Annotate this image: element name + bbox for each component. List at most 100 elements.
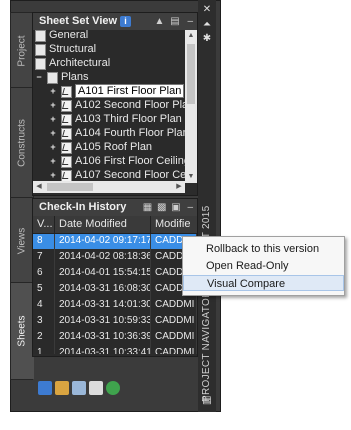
- sheet-tree-vscrollbar[interactable]: ▲ ▼: [185, 30, 197, 183]
- history-cell-date: 2014-03-31 10:33:41: [55, 345, 151, 354]
- refresh-icon[interactable]: ▩: [157, 202, 166, 213]
- history-cell-version: 5: [33, 281, 55, 297]
- context-menu: Rollback to this version Open Read-Only …: [182, 236, 345, 296]
- expand-icon[interactable]: +: [49, 143, 57, 152]
- settings-icon[interactable]: ▣: [171, 202, 180, 213]
- sheet-tree-item[interactable]: + A103 Third Floor Plan: [33, 112, 185, 126]
- filter-icon[interactable]: [72, 381, 86, 395]
- tab-project[interactable]: Project: [10, 12, 34, 89]
- scroll-left-icon[interactable]: ◀: [33, 181, 45, 193]
- autohide-icon[interactable]: ⏶: [201, 20, 213, 30]
- history-cell-version: 1: [33, 345, 55, 354]
- sheet-icon: [61, 128, 72, 140]
- tab-sheets-label: Sheets: [16, 315, 28, 347]
- col-version[interactable]: V...: [33, 216, 55, 233]
- properties-icon[interactable]: ✱: [201, 34, 213, 44]
- info-icon[interactable]: i: [120, 15, 132, 27]
- history-row[interactable]: 5 2014-03-31 16:08:30 CADDMI: [33, 281, 197, 297]
- history-row[interactable]: 2 2014-03-31 10:36:39 CADDMI: [33, 329, 197, 345]
- history-row[interactable]: 6 2014-04-01 15:54:15 CADDMI: [33, 265, 197, 281]
- tab-sheets[interactable]: Sheets: [10, 282, 34, 380]
- sheet-icon: [61, 142, 72, 154]
- history-cell-modified-by: CADDMI: [151, 313, 197, 329]
- history-cell-date: 2014-04-01 15:54:15: [55, 265, 151, 281]
- tab-views[interactable]: Views: [10, 197, 34, 284]
- history-row[interactable]: 1 2014-03-31 10:33:41 CADDMI: [33, 345, 197, 354]
- minimize-icon[interactable]: –: [187, 16, 193, 27]
- sync-icon[interactable]: [106, 381, 120, 395]
- sheet-tree-item-label: Structural: [49, 43, 97, 55]
- sheet-tree-item[interactable]: + A102 Second Floor Plan: [33, 98, 185, 112]
- sheet-tree-item[interactable]: General: [33, 30, 185, 42]
- sheet-tree-item[interactable]: + A107 Second Floor Ceilin: [33, 168, 185, 182]
- sheet-tree-item-label: A101 First Floor Plan: [75, 84, 185, 98]
- history-cell-date: 2014-03-31 10:59:33: [55, 313, 151, 329]
- menu-item-open-read-only[interactable]: Open Read-Only: [183, 258, 344, 274]
- expand-icon[interactable]: +: [49, 101, 57, 110]
- sheet-tree-item[interactable]: + A105 Roof Plan: [33, 140, 185, 154]
- history-cell-modified-by: CADDMI: [151, 345, 197, 354]
- history-cell-version: 2: [33, 329, 55, 345]
- sheet-icon: [61, 86, 72, 98]
- checkin-history-panel: Check-In History ▦ ▩ ▣ – V... Date Modif…: [32, 198, 198, 357]
- sheet-tree[interactable]: General Structural Architectural − Plans + A10…: [33, 30, 185, 183]
- tab-project-label: Project: [16, 34, 28, 67]
- sheet-tree-item-label: Architectural: [49, 57, 111, 69]
- expand-icon[interactable]: +: [49, 129, 57, 138]
- minimize-icon[interactable]: –: [187, 202, 193, 213]
- close-icon[interactable]: ✕: [201, 5, 213, 15]
- menu-item-rollback[interactable]: Rollback to this version: [183, 241, 344, 257]
- checkin-icon[interactable]: [89, 381, 103, 395]
- print-icon[interactable]: ▤: [170, 16, 179, 27]
- scroll-right-icon[interactable]: ▶: [173, 181, 185, 193]
- tab-constructs[interactable]: Constructs: [10, 87, 34, 199]
- history-row[interactable]: 8 2014-04-02 09:17:17 CADDM: [33, 234, 197, 249]
- col-date-modified[interactable]: Date Modified: [55, 216, 151, 233]
- sheet-tree-item-label: A106 First Floor Ceiling P: [75, 155, 185, 167]
- expand-icon[interactable]: +: [49, 87, 57, 96]
- checkin-history-title: Check-In History: [39, 201, 127, 213]
- sheet-tree-item-label: A105 Roof Plan: [75, 141, 153, 153]
- history-row[interactable]: 3 2014-03-31 10:59:33 CADDMI: [33, 313, 197, 329]
- history-cell-modified-by: CADDMI: [151, 297, 197, 313]
- sheet-icon: [61, 114, 72, 126]
- collapse-icon[interactable]: −: [35, 73, 43, 82]
- palette-titlebar[interactable]: ✕ ⏶ ✱ PROJECT NAVIGATOR - PROJECT 2015 ▤: [198, 0, 216, 412]
- checkin-history-toolbar: ▦ ▩ ▣ –: [143, 202, 193, 213]
- scroll-down-icon[interactable]: ▼: [185, 171, 197, 183]
- sheet-tree-item[interactable]: + A104 Fourth Floor Plan: [33, 126, 185, 140]
- project-browser-icon[interactable]: [38, 381, 52, 395]
- sheet-tree-item[interactable]: − Plans: [33, 70, 185, 84]
- folder-icon: [35, 44, 46, 56]
- history-cell-version: 4: [33, 297, 55, 313]
- tab-views-label: Views: [16, 227, 28, 254]
- history-row[interactable]: 7 2014-04-02 08:18:36 CADDMI: [33, 249, 197, 265]
- palette-menu-icon[interactable]: ▤: [201, 396, 213, 406]
- expand-icon[interactable]: +: [49, 157, 57, 166]
- history-cell-version: 6: [33, 265, 55, 281]
- publish-icon[interactable]: ▲: [155, 16, 165, 27]
- sheet-set-icon[interactable]: [55, 381, 69, 395]
- compare-icon[interactable]: ▦: [143, 202, 152, 213]
- history-table-body: 8 2014-04-02 09:17:17 CADDM 7 2014-04-02 08:…: [33, 234, 197, 354]
- sheet-tree-item[interactable]: Architectural: [33, 56, 185, 70]
- vscroll-thumb[interactable]: [187, 44, 195, 104]
- hscroll-thumb[interactable]: [47, 183, 93, 191]
- sheet-tree-item[interactable]: + A106 First Floor Ceiling P: [33, 154, 185, 168]
- history-cell-modified-by: CADDMI: [151, 329, 197, 345]
- sheet-tree-item[interactable]: Structural: [33, 42, 185, 56]
- sheet-tree-hscrollbar[interactable]: ◀ ▶: [33, 181, 185, 193]
- col-modified-by[interactable]: Modifie: [151, 216, 197, 233]
- sheet-tree-item-label: General: [49, 30, 89, 41]
- menu-item-visual-compare[interactable]: Visual Compare: [183, 275, 344, 291]
- folder-icon: [47, 72, 58, 84]
- sheet-tree-item[interactable]: + A101 First Floor Plan: [33, 84, 185, 98]
- sheet-tree-item-label: A103 Third Floor Plan: [75, 113, 182, 125]
- history-table-header: V... Date Modified Modifie: [33, 216, 197, 234]
- sheet-tree-item-label: Plans: [61, 71, 89, 83]
- bottom-toolbar: [32, 378, 196, 400]
- history-row[interactable]: 4 2014-03-31 14:01:30 CADDMI: [33, 297, 197, 313]
- expand-icon[interactable]: +: [49, 171, 57, 180]
- scroll-up-icon[interactable]: ▲: [185, 30, 197, 42]
- expand-icon[interactable]: +: [49, 115, 57, 124]
